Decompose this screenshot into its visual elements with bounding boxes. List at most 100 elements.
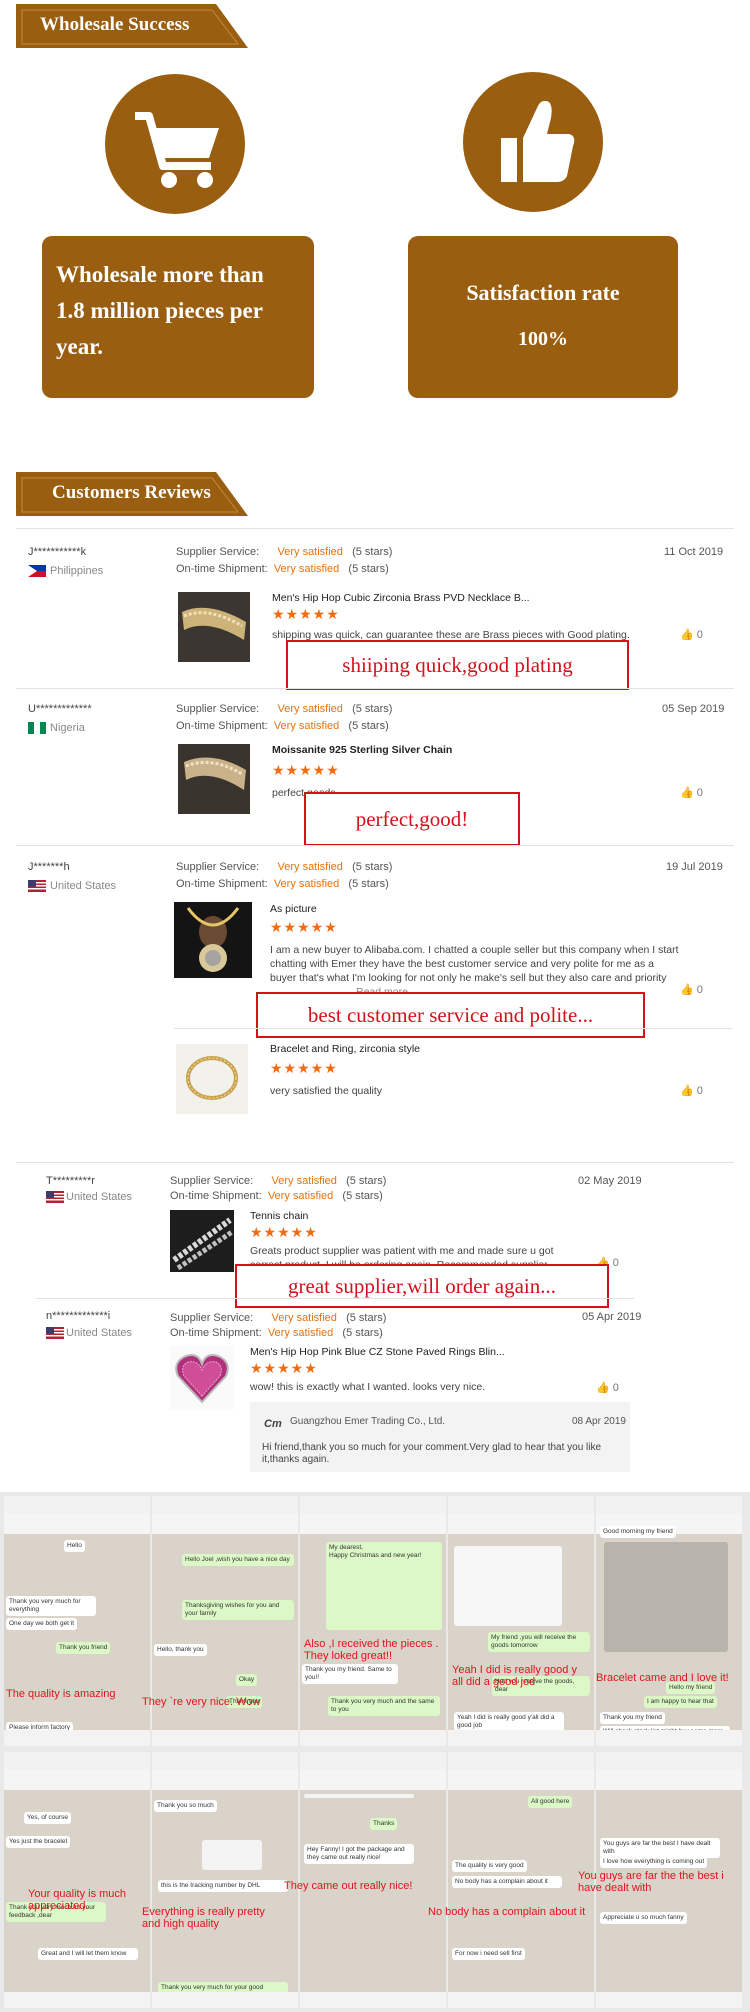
chat-bubble: this is the tracking number by DHL: [158, 1880, 288, 1892]
shipment-row: On-time Shipment: Very satisfied (5 star…: [176, 720, 389, 732]
usa-flag-icon: [46, 1327, 64, 1339]
thumbs-up-icon: 👍: [680, 629, 694, 641]
chat-screenshot: All good here The quality is very good N…: [448, 1752, 594, 2008]
chat-screenshot: My friend ,you will receive the goods to…: [448, 1496, 594, 1746]
product-title[interactable]: Bracelet and Ring, zirconia style: [270, 1043, 420, 1055]
review-comment: I am a new buyer to Alibaba.com. I chatt…: [270, 944, 679, 984]
reviewer-country: United States: [50, 880, 117, 892]
product-thumbnail[interactable]: [176, 1044, 248, 1114]
satisfaction-box: Satisfaction rate 100%: [408, 236, 678, 398]
product-title[interactable]: As picture: [270, 903, 317, 915]
nigeria-flag-icon: [28, 722, 46, 734]
cart-circle: [105, 74, 245, 214]
like-button[interactable]: 👍 0: [680, 786, 703, 799]
shipment-row: On-time Shipment: Very satisfied (5 star…: [176, 878, 389, 890]
chat-bubble: Good morning my friend: [600, 1526, 676, 1538]
like-button[interactable]: 👍 0: [596, 1381, 619, 1394]
shipment-row: On-time Shipment: Very satisfied (5 star…: [176, 563, 389, 575]
chat-bubble: You guys are far the best I have dealt w…: [600, 1838, 720, 1858]
review-date: 05 Apr 2019: [582, 1311, 642, 1323]
chat-input-bar: [596, 1730, 742, 1746]
chat-bubble: My dearest, Happy Christmas and new year!: [326, 1542, 442, 1630]
product-title[interactable]: Men's Hip Hop Pink Blue CZ Stone Paved R…: [250, 1346, 505, 1358]
review-date: 11 Oct 2019: [664, 546, 724, 558]
product-thumbnail[interactable]: [178, 592, 250, 662]
shipment-row: On-time Shipment: Very satisfied (5 star…: [170, 1327, 383, 1339]
reviewer-name: n*************i: [46, 1310, 111, 1322]
supplier-logo-icon: Cm: [264, 1418, 282, 1430]
product-title[interactable]: Men's Hip Hop Cubic Zirconia Brass PVD N…: [272, 592, 530, 604]
thumbs-up-icon: 👍: [680, 984, 694, 996]
chat-annotation: Yeah I did is really good y all did a go…: [452, 1664, 577, 1688]
chat-bubble: I am happy to hear that: [644, 1696, 717, 1708]
image-attachment: [454, 1546, 562, 1626]
chat-input-bar: [300, 1992, 446, 2008]
wholesale-volume-line2: 1.8 million pieces per: [56, 298, 263, 323]
like-button[interactable]: 👍 0: [680, 1084, 703, 1097]
chat-bubble: Thank you friend: [56, 1642, 111, 1654]
chat-header: [4, 1770, 150, 1790]
chat-header: [152, 1514, 298, 1534]
star-rating: ★★★★★: [250, 1360, 318, 1376]
chat-header: [448, 1514, 594, 1534]
satisfaction-title: Satisfaction rate: [466, 280, 620, 305]
chat-bubble: I love how everything is coming out: [600, 1856, 708, 1868]
chat-bubble: Thank you very much and the same to you: [328, 1696, 440, 1716]
thumbs-up-icon: 👍: [596, 1382, 610, 1394]
chat-annotation: Bracelet came and I love it!: [596, 1672, 729, 1684]
usa-flag-icon: [28, 880, 46, 892]
star-rating: ★★★★★: [272, 762, 340, 778]
chat-header: [300, 1770, 446, 1790]
chat-screenshot: Thank you so much this is the tracking n…: [152, 1752, 298, 2008]
thumbs-up-icon: 👍: [680, 1085, 694, 1097]
chat-input-bar: [4, 1992, 150, 2008]
chat-screenshot: My dearest, Happy Christmas and new year!…: [300, 1496, 446, 1746]
reviews-banner-title: Customers Reviews: [52, 482, 211, 503]
reviewer-name: T*********r: [46, 1175, 95, 1187]
status-bar: [300, 1496, 446, 1514]
product-thumbnail[interactable]: [174, 902, 252, 978]
star-rating: ★★★★★: [272, 606, 340, 622]
chat-annotation: Everything is really pretty and high qua…: [142, 1906, 265, 1930]
review-comment: wow! this is exactly what I wanted. look…: [250, 1381, 486, 1393]
chat-header: [300, 1514, 446, 1534]
philippines-flag-icon: [28, 565, 46, 577]
chat-bubble: Thank you so much: [154, 1800, 217, 1812]
reviewer-name: U*************: [28, 703, 92, 715]
like-button[interactable]: 👍 0: [680, 628, 703, 641]
status-bar: [152, 1496, 298, 1514]
emoji-sticker: [202, 1840, 262, 1870]
review-callout: perfect,good!: [304, 792, 520, 846]
reviewer-country: United States: [66, 1191, 133, 1203]
supplier-service-row: Supplier Service: Very satisfied (5 star…: [170, 1175, 387, 1187]
reviewer-country: Philippines: [50, 565, 104, 577]
reviewer-name: J***********k: [28, 546, 87, 558]
product-title[interactable]: Moissanite 925 Sterling Silver Chain: [272, 744, 452, 756]
thumbs-up-icon: 👍: [680, 787, 694, 799]
product-title[interactable]: Tennis chain: [250, 1210, 308, 1222]
review-date: 02 May 2019: [578, 1175, 642, 1187]
chat-header: [596, 1770, 742, 1790]
reviewer-country: Nigeria: [50, 722, 85, 734]
review-date: 05 Sep 2019: [662, 703, 725, 715]
chat-bubble: Great and I will let them know: [38, 1948, 138, 1960]
chat-input-bar: [152, 1992, 298, 2008]
reviewer-name: J*******h: [28, 861, 70, 873]
chat-bubble: For now i need sell first: [452, 1948, 525, 1960]
product-thumbnail[interactable]: [178, 744, 250, 814]
chat-annotation: They came out really nice!: [284, 1880, 413, 1892]
review-comment: very satisfied the quality: [270, 1085, 383, 1097]
chat-bubble: My friend ,you will receive the goods to…: [488, 1632, 590, 1652]
divider: [16, 845, 734, 846]
wholesale-banner-title: Wholesale Success: [40, 14, 190, 35]
chat-bubble: Thank you my friend. Same to you!!: [302, 1664, 398, 1684]
reply-text: Hi friend,thank you so much for your com…: [262, 1442, 602, 1465]
chat-bubble: Yes, of course: [24, 1812, 71, 1824]
product-thumbnail[interactable]: [170, 1210, 234, 1272]
chat-bubble: Yeah I did is really good y'all did a go…: [454, 1712, 564, 1732]
review-date: 19 Jul 2019: [666, 861, 723, 873]
like-button[interactable]: 👍 0: [680, 983, 703, 996]
status-bar: [448, 1496, 594, 1514]
divider: [174, 1028, 732, 1029]
product-thumbnail[interactable]: [170, 1346, 234, 1410]
